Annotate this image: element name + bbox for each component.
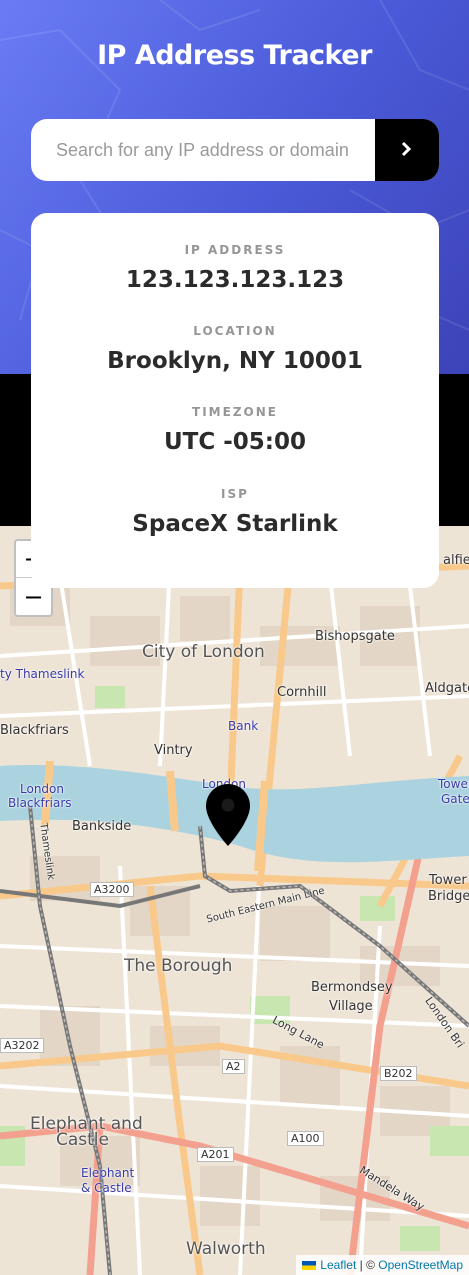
search-bar xyxy=(31,119,439,181)
ukraine-flag-icon xyxy=(302,1260,317,1270)
map-label-cornhill: Cornhill xyxy=(277,685,327,700)
map-label-london-blackfriars-2: Blackfriars xyxy=(8,796,72,810)
map-label-walworth: Walworth xyxy=(186,1239,266,1259)
ip-address-value: 123.123.123.123 xyxy=(125,267,345,293)
map-label-the-borough: The Borough xyxy=(124,956,233,976)
map-tiles xyxy=(0,526,469,1275)
page-title: IP Address Tracker xyxy=(97,40,372,71)
map-label-bermondsey-2: Village xyxy=(329,999,373,1014)
attribution-separator: | © xyxy=(356,1258,379,1272)
location-value: Brooklyn, NY 10001 xyxy=(107,348,363,374)
map-label-bankside: Bankside xyxy=(72,819,132,834)
map[interactable]: City of London Bishopsgate Aldgate Cornh… xyxy=(0,526,469,1275)
map-label-b202: B202 xyxy=(380,1066,417,1081)
map-label-london-blackfriars-1: London xyxy=(20,782,64,796)
map-label-elephant-station-2: & Castle xyxy=(81,1181,132,1195)
chevron-right-icon xyxy=(401,141,413,160)
ip-info-card: IP ADDRESS 123.123.123.123 LOCATION Broo… xyxy=(31,213,439,588)
timezone-value: UTC -05:00 xyxy=(163,429,306,455)
search-input[interactable] xyxy=(31,119,375,181)
map-label-tower-bridge-1: Tower xyxy=(429,873,467,888)
map-label-blackfriars: Blackfriars xyxy=(0,723,69,738)
map-label-aldgate: Aldgate xyxy=(425,681,469,696)
location-pin-icon[interactable] xyxy=(206,784,250,850)
map-label-elephant-2: Castle xyxy=(56,1130,109,1150)
map-attribution: Leaflet | © OpenStreetMap xyxy=(296,1255,469,1275)
map-label-tower-gate-1: Tower xyxy=(438,777,469,791)
location-label: LOCATION xyxy=(193,324,277,338)
map-label-a3200: A3200 xyxy=(90,882,134,897)
map-label-a201: A201 xyxy=(197,1147,234,1162)
map-label-bank: Bank xyxy=(228,719,259,733)
search-submit-button[interactable] xyxy=(375,119,439,181)
openstreetmap-link[interactable]: OpenStreetMap xyxy=(378,1258,463,1272)
timezone-label: TIMEZONE xyxy=(192,405,278,419)
isp-label: ISP xyxy=(221,487,249,501)
map-label-a3202: A3202 xyxy=(0,1038,44,1053)
map-label-tower-gate-2: Gate xyxy=(441,792,469,806)
map-label-spitalfields: alfiel xyxy=(443,553,469,568)
map-label-city-thameslink: ty Thameslink xyxy=(0,667,85,681)
map-label-elephant-station-1: Elephant xyxy=(81,1166,135,1180)
map-label-bishopsgate: Bishopsgate xyxy=(315,629,395,644)
isp-value: SpaceX Starlink xyxy=(132,511,338,537)
map-label-a2: A2 xyxy=(222,1059,245,1074)
map-label-vintry: Vintry xyxy=(154,743,193,758)
map-label-tower-bridge-2: Bridge xyxy=(428,889,469,904)
map-label-a100: A100 xyxy=(287,1131,324,1146)
map-label-city-of-london: City of London xyxy=(142,642,265,662)
ip-address-label: IP ADDRESS xyxy=(184,243,286,257)
map-label-bermondsey-1: Bermondsey xyxy=(311,980,393,995)
leaflet-link[interactable]: Leaflet xyxy=(320,1258,356,1272)
